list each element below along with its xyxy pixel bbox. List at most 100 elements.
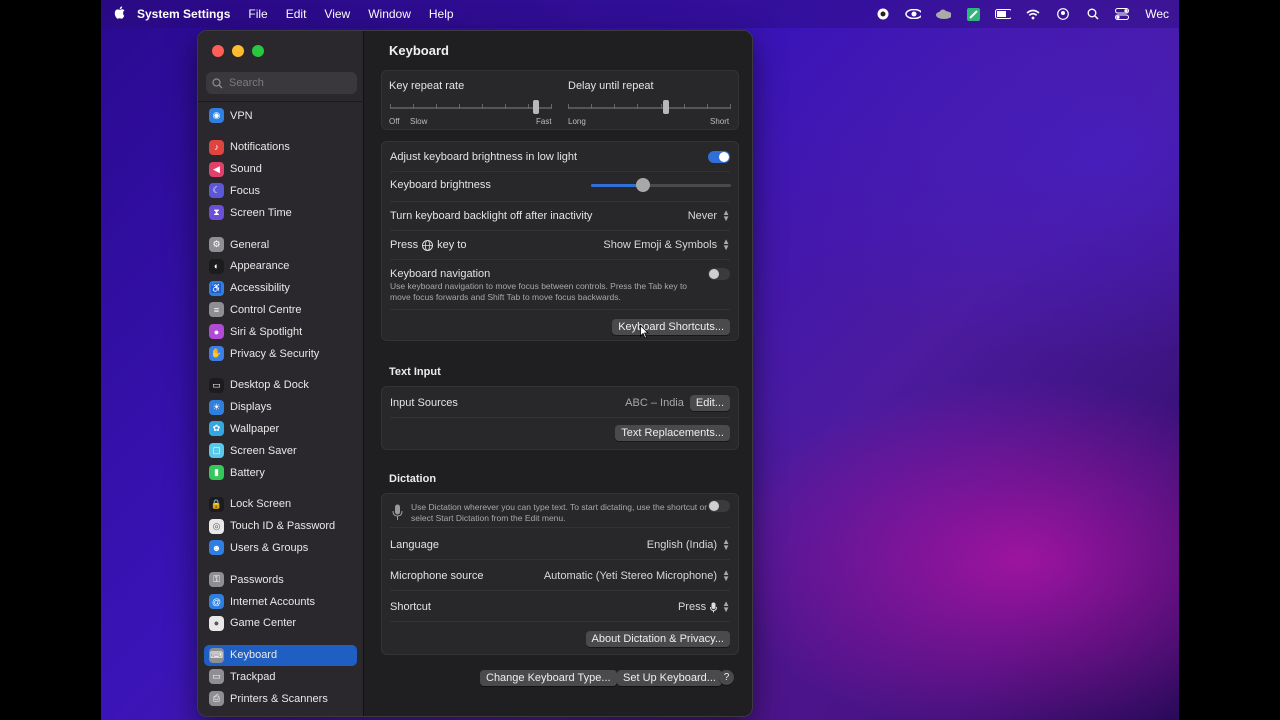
keyboard-nav-toggle[interactable] [708, 268, 730, 280]
key-repeat-slider-knob[interactable] [532, 100, 539, 114]
user-account-icon[interactable] [1055, 7, 1071, 21]
adjust-brightness-toggle[interactable] [708, 151, 730, 163]
sidebar-item-label: Game Center [230, 617, 297, 630]
sidebar-item-label: Screen Time [230, 206, 292, 219]
sidebar-item-battery[interactable]: ▮ Battery [204, 462, 357, 483]
sidebar-item-label: Battery [230, 466, 265, 479]
sidebar-item-label: Appearance [230, 260, 290, 273]
sidebar-item-label: Focus [230, 184, 260, 197]
text-input-heading: Text Input [389, 366, 441, 378]
record-icon[interactable] [875, 7, 891, 21]
divider [390, 559, 730, 560]
microphone-source-popup[interactable]: Automatic (Yeti Stereo Microphone) ▲ ▼ [543, 568, 730, 583]
keyboard-nav-row: Keyboard navigation [390, 267, 730, 281]
sidebar-item-notifications[interactable]: ♪ Notifications [204, 137, 357, 158]
backlight-popup[interactable]: Never ▲ ▼ [687, 209, 730, 223]
sidebar-item-lock-screen[interactable]: 🔒 Lock Screen [204, 494, 357, 515]
menu-app-name[interactable]: System Settings [137, 7, 239, 21]
backlight-value: Never [687, 210, 718, 222]
spotlight-search-icon[interactable] [1085, 7, 1101, 21]
page-title: Keyboard [389, 43, 449, 58]
sidebar-item-wallpaper[interactable]: ✿ Wallpaper [204, 418, 357, 439]
sidebar-item-touch-id-password[interactable]: ◎ Touch ID & Password [204, 516, 357, 537]
sidebar-item-passwords[interactable]: ⚿ Passwords [204, 569, 357, 590]
sidebar-item-siri-spotlight[interactable]: ● Siri & Spotlight [204, 321, 357, 342]
brightness-slider-knob[interactable] [635, 178, 650, 192]
eye-icon[interactable] [905, 7, 922, 21]
sidebar-item-appearance[interactable]: ◐ Appearance [204, 256, 357, 277]
keyboard-nav-description: Use keyboard navigation to move focus be… [390, 281, 688, 302]
sidebar-item-displays[interactable]: ☀ Displays [204, 397, 357, 418]
microphone-source-value: Automatic (Yeti Stereo Microphone) [543, 570, 718, 582]
sidebar-item-label: Privacy & Security [230, 347, 320, 360]
sidebar-item-label: Trackpad [230, 670, 276, 683]
text-replacements-button[interactable]: Text Replacements... [615, 425, 730, 441]
help-button[interactable]: ? [719, 670, 734, 685]
keyboard-icon: ⌨ [209, 647, 224, 663]
sidebar-item-screen-saver[interactable]: ▢ Screen Saver [204, 440, 357, 461]
sidebar-item-printers-scanners[interactable]: ⎙ Printers & Scanners [204, 688, 357, 709]
about-dictation-button[interactable]: About Dictation & Privacy... [585, 631, 730, 647]
sidebar-item-users-groups[interactable]: ☻ Users & Groups [204, 537, 357, 558]
sidebar: ◉ VPN ♪ Notifications ◀ Sound ☾ Focus ⧗ Screen Ti… [198, 31, 364, 716]
sidebar-item-desktop-dock[interactable]: ▭ Desktop & Dock [204, 375, 357, 396]
menu-edit[interactable]: Edit [277, 7, 316, 21]
repeat-group: Key repeat rate Delay until repeat Off S… [381, 70, 739, 130]
press-globe-label-pre: Press [390, 239, 419, 251]
menu-file[interactable]: File [239, 7, 276, 21]
sidebar-item-internet-accounts[interactable]: @ Internet Accounts [204, 591, 357, 612]
battery-status-icon[interactable] [995, 7, 1012, 21]
delay-slider-knob[interactable] [662, 100, 669, 114]
key-repeat-tick-off: Off [389, 117, 400, 126]
sidebar-item-screen-time[interactable]: ⧗ Screen Time [204, 202, 357, 223]
globe-key-popup[interactable]: Show Emoji & Symbols ▲ ▼ [603, 237, 730, 252]
cloud-icon[interactable] [935, 7, 952, 21]
input-sources-edit-button[interactable]: Edit... [689, 395, 730, 411]
control-centre-icon[interactable] [1115, 7, 1131, 21]
brightness-slider-track[interactable] [591, 178, 731, 192]
popup-stepper-icon: ▲ ▼ [722, 237, 730, 252]
set-up-keyboard-button[interactable]: Set Up Keyboard... [617, 670, 722, 686]
menu-bar: System Settings File Edit View Window He… [101, 0, 1179, 28]
dictation-toggle[interactable] [708, 500, 730, 512]
divider [390, 201, 730, 202]
sidebar-item-game-center[interactable]: ● Game Center [204, 613, 357, 634]
input-sources-value: ABC – India [625, 397, 684, 409]
menu-view[interactable]: View [315, 7, 359, 21]
search-input[interactable] [229, 77, 349, 89]
sidebar-item-keyboard[interactable]: ⌨ Keyboard [204, 644, 357, 666]
menu-help[interactable]: Help [420, 7, 463, 21]
sun-icon: ☀ [209, 399, 224, 415]
keyboard-shortcuts-button[interactable]: Keyboard Shortcuts... [612, 319, 730, 335]
sidebar-item-trackpad[interactable]: ▭ Trackpad [204, 666, 357, 687]
sidebar-item-accessibility[interactable]: ♿ Accessibility [204, 278, 357, 299]
minimize-button[interactable] [232, 45, 244, 57]
dictation-language-popup[interactable]: English (India) ▲ ▼ [647, 538, 730, 552]
delay-tick-long: Long [568, 117, 586, 126]
hand-icon: ✋ [209, 346, 224, 361]
menu-clock[interactable]: Wec [1145, 7, 1169, 21]
sidebar-item-focus[interactable]: ☾ Focus [204, 180, 357, 201]
lock-icon: 🔒 [209, 496, 224, 512]
key-icon: ⚿ [209, 572, 224, 588]
sidebar-item-privacy-security[interactable]: ✋ Privacy & Security [204, 343, 357, 364]
wifi-icon[interactable] [1025, 7, 1041, 21]
menu-window[interactable]: Window [359, 7, 420, 21]
sidebar-item-sound[interactable]: ◀ Sound [204, 159, 357, 180]
sidebar-item-control-centre[interactable]: ≡ Control Centre [204, 299, 357, 320]
dictation-shortcut-popup[interactable]: Press ▲ ▼ [677, 600, 730, 614]
siri-icon: ● [209, 324, 224, 340]
popup-stepper-icon: ▲ ▼ [722, 568, 730, 583]
sidebar-search[interactable] [206, 72, 357, 94]
change-keyboard-type-button[interactable]: Change Keyboard Type... [480, 670, 617, 686]
app-grid-icon[interactable] [965, 7, 981, 21]
sidebar-item-vpn[interactable]: ◉ VPN [204, 105, 357, 126]
sidebar-item-general[interactable]: ⚙ General [204, 234, 357, 255]
dictation-shortcut-value: Press [677, 601, 707, 613]
close-button[interactable] [212, 45, 224, 57]
zoom-button[interactable] [252, 45, 264, 57]
key-repeat-ticks [390, 104, 552, 110]
apple-menu-icon[interactable] [101, 6, 137, 22]
sidebar-item-label: Siri & Spotlight [230, 325, 303, 338]
system-settings-window: ◉ VPN ♪ Notifications ◀ Sound ☾ Focus ⧗ Screen Ti… [197, 30, 753, 717]
